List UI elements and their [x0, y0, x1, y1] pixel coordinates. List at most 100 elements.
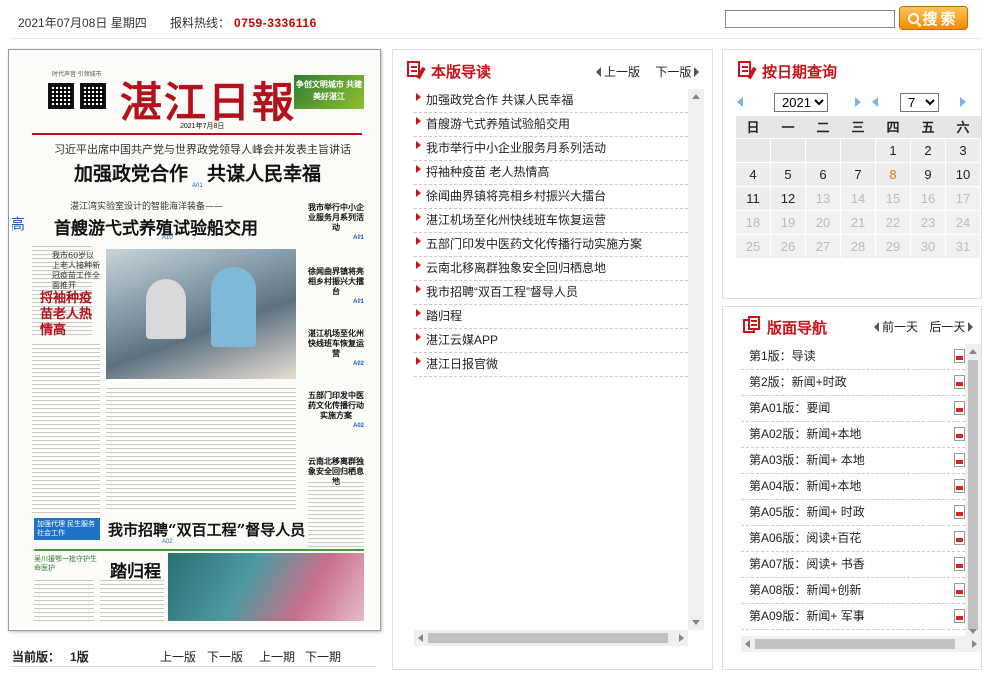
pdf-icon[interactable]	[954, 479, 965, 493]
next-day-link[interactable]: 后一天	[929, 320, 974, 334]
calendar-day[interactable]: 8	[875, 161, 911, 187]
page-link[interactable]: 第A03版：新闻+ 本地	[741, 448, 965, 474]
page-link[interactable]: 第A01版：要闻	[741, 396, 965, 422]
scroll-left-icon[interactable]	[418, 634, 423, 642]
calendar-day[interactable]: 5	[770, 161, 806, 187]
pdf-icon[interactable]	[954, 349, 965, 363]
pdf-icon[interactable]	[954, 401, 965, 415]
prev-issue-link[interactable]: 上一期	[259, 648, 295, 665]
vaccination-photo[interactable]	[106, 249, 296, 379]
next-month-icon[interactable]	[960, 97, 966, 107]
calendar-day[interactable]: 1	[875, 137, 911, 163]
next-page-link[interactable]: 下一版	[207, 648, 243, 665]
headline3[interactable]: 我市招聘“双百工程”督导人员	[108, 519, 305, 540]
search-input[interactable]	[725, 10, 895, 28]
prev-year-icon[interactable]	[737, 97, 743, 107]
page-link[interactable]: 第2版：新闻+时政	[741, 370, 965, 396]
calendar-day[interactable]: 10	[945, 161, 981, 187]
medics-photo[interactable]	[168, 553, 364, 621]
article-link[interactable]: 加强政党合作 共谋人民幸福	[414, 89, 688, 113]
article-link[interactable]: 捋袖种疫苗 老人热情高	[414, 161, 688, 185]
prev-month-icon[interactable]	[872, 97, 878, 107]
calendar-day: 29	[875, 233, 911, 259]
article-link[interactable]: 我市招聘“双百工程”督导人员	[414, 281, 688, 305]
side-item[interactable]: 徐闻曲界镇将亮相乡村振兴大擂台 A01	[308, 267, 364, 307]
red-headline[interactable]: 捋袖种疫苗老人热情高	[40, 291, 100, 339]
headline1[interactable]: 加强政党合作 共谋人民幸福	[74, 159, 321, 186]
page-link[interactable]: 第A08版：新闻+创新	[741, 578, 965, 604]
article-link[interactable]: 湛江日报官微	[414, 353, 688, 377]
pdf-icon[interactable]	[954, 505, 965, 519]
prev-day-link[interactable]: 前一天	[874, 320, 918, 334]
calendar-day[interactable]: 11	[735, 185, 771, 211]
calendar-day[interactable]: 6	[805, 161, 841, 187]
pdf-icon[interactable]	[954, 453, 965, 467]
pdf-icon[interactable]	[954, 375, 965, 389]
page-link[interactable]: 第A02版：新闻+本地	[741, 422, 965, 448]
calendar-week: 4 5 6 7 8 9 10	[735, 161, 981, 187]
calendar-day[interactable]: 3	[945, 137, 981, 163]
calendar-title: 按日期查询	[762, 64, 838, 81]
article-link[interactable]: 云南北移离群独象安全回归栖息地	[414, 257, 688, 281]
article-link[interactable]: 徐闻曲界镇将亮相乡村振兴大擂台	[414, 185, 688, 209]
calendar-empty-cell	[735, 137, 771, 163]
newspaper-page-image[interactable]: 时代声音 引领城市 湛江日報 争创文明城市 共建美好湛江 2021年7月8日 习…	[12, 53, 377, 627]
calendar-day[interactable]: 12	[770, 185, 806, 211]
scrollbar-thumb[interactable]	[968, 360, 978, 630]
pdf-icon[interactable]	[954, 609, 965, 623]
scrollbar-thumb[interactable]	[755, 639, 955, 649]
article-link[interactable]: 五部门印发中医药文化传播行动实施方案	[414, 233, 688, 257]
qr-code-icon	[80, 83, 106, 109]
page-link[interactable]: 第A04版：新闻+本地	[741, 474, 965, 500]
scroll-right-icon[interactable]	[679, 634, 684, 642]
calendar-day[interactable]: 9	[910, 161, 946, 187]
article-list-vertical-scrollbar[interactable]	[688, 89, 704, 630]
scroll-right-icon[interactable]	[972, 640, 977, 648]
guide-prev-link[interactable]: 上一版	[596, 65, 640, 79]
page-link[interactable]: 第A07版：阅读+ 书香	[741, 552, 965, 578]
headline1-sub[interactable]: 习近平出席中国共产党与世界政党领导人峰会并发表主旨讲话	[54, 141, 351, 157]
scroll-up-icon[interactable]	[692, 94, 700, 99]
scroll-up-icon[interactable]	[969, 349, 977, 354]
page-link[interactable]: 第A09版：新闻+ 军事	[741, 604, 965, 630]
scroll-down-icon[interactable]	[969, 629, 977, 634]
pdf-icon[interactable]	[954, 531, 965, 545]
article-link[interactable]: 湛江云媒APP	[414, 329, 688, 353]
headline3-ref: A02	[162, 539, 173, 545]
page-link[interactable]: 第A06版：阅读+百花	[741, 526, 965, 552]
calendar-day[interactable]: 2	[910, 137, 946, 163]
headline2[interactable]: 首艘游弋式养殖试验船交用	[54, 214, 258, 239]
next-year-icon[interactable]	[855, 97, 861, 107]
pdf-icon[interactable]	[954, 557, 965, 571]
side-item[interactable]: 湛江机场至化州快线班车恢复运营 A02	[308, 329, 364, 369]
article-link[interactable]: 踏归程	[414, 305, 688, 329]
pdf-icon[interactable]	[954, 583, 965, 597]
calendar-day[interactable]: 7	[840, 161, 876, 187]
pages-list-horizontal-scrollbar[interactable]	[741, 636, 981, 652]
scroll-down-icon[interactable]	[692, 620, 700, 625]
newspaper-page-viewer[interactable]: 时代声音 引领城市 湛江日報 争创文明城市 共建美好湛江 2021年7月8日 习…	[8, 49, 381, 631]
guide-title: 本版导读	[431, 64, 492, 81]
calendar-day[interactable]: 4	[735, 161, 771, 187]
article-link[interactable]: 我市举行中小企业服务月系列活动	[414, 137, 688, 161]
side-item[interactable]: 我市举行中小企业服务月系列活动 A01	[308, 203, 364, 243]
article-list-horizontal-scrollbar[interactable]	[414, 630, 688, 646]
side-item[interactable]: 五部门印发中医药文化传播行动实施方案 A02	[308, 391, 364, 431]
article-link[interactable]: 首艘游弋式养殖试验船交用	[414, 113, 688, 137]
search-button[interactable]: 搜索	[899, 6, 968, 30]
headline2-sub[interactable]: 湛江湾实验室设计的智能海洋装备——	[70, 199, 223, 212]
chevron-right-icon	[968, 322, 974, 332]
article-link[interactable]: 湛江机场至化州快线班车恢复运营	[414, 209, 688, 233]
next-issue-link[interactable]: 下一期	[305, 648, 341, 665]
pages-list-vertical-scrollbar[interactable]	[965, 344, 981, 636]
scrollbar-thumb[interactable]	[428, 633, 668, 643]
prev-page-link[interactable]: 上一版	[160, 648, 196, 665]
headline2-ref: A10	[162, 235, 173, 241]
month-select[interactable]: 7	[900, 93, 939, 112]
page-link[interactable]: 第1版：导读	[741, 344, 965, 370]
page-link[interactable]: 第A05版：新闻+ 时政	[741, 500, 965, 526]
year-select[interactable]: 2021	[774, 93, 828, 112]
scroll-left-icon[interactable]	[745, 640, 750, 648]
guide-next-link[interactable]: 下一版	[655, 65, 700, 79]
pdf-icon[interactable]	[954, 427, 965, 441]
